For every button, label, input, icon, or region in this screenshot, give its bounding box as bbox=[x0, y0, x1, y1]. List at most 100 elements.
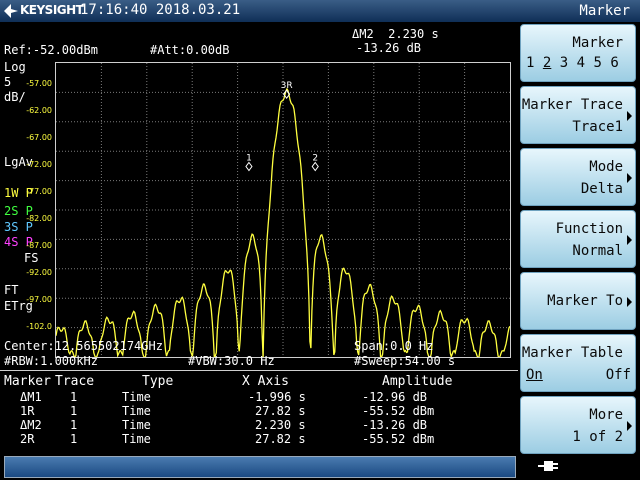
submenu-arrow-icon bbox=[627, 111, 632, 121]
cell-type: Time bbox=[122, 390, 151, 404]
cell-x: 27.82 s bbox=[255, 404, 306, 418]
submenu-arrow-icon bbox=[627, 421, 632, 431]
key-label: Marker Table bbox=[521, 345, 623, 361]
cell-x: 2.230 s bbox=[255, 418, 306, 432]
status-message-field bbox=[4, 456, 516, 478]
span: Span:0.0 Hz bbox=[354, 339, 434, 353]
trace-plot-svg: 3R 1 2 bbox=[56, 63, 510, 357]
col-header-amplitude: Amplitude bbox=[382, 374, 453, 389]
marker-diamond[interactable] bbox=[245, 161, 253, 172]
key-value: Normal bbox=[572, 243, 623, 259]
cell-x: -1.996 s bbox=[248, 390, 306, 404]
marker-trace-key[interactable]: Marker Trace Trace1 bbox=[520, 86, 636, 144]
y-tick-label: -87.00 bbox=[26, 241, 52, 250]
marker-label: 1 bbox=[246, 153, 252, 163]
submenu-arrow-icon bbox=[627, 173, 632, 183]
rbw: #RBW:1.000kHz bbox=[4, 354, 98, 368]
marker-label: 3R bbox=[281, 81, 293, 91]
submenu-arrow-icon bbox=[627, 297, 632, 307]
table-row[interactable]: ΔM1 1 Time -1.996 s -12.96 dB bbox=[0, 390, 518, 404]
cell-trace: 1 bbox=[70, 432, 78, 446]
cell-amplitude: -12.96 dB bbox=[362, 390, 428, 404]
cell-amplitude: -55.52 dBm bbox=[362, 404, 435, 418]
marker-number-3[interactable]: 3 bbox=[560, 55, 568, 71]
date-time: 17:16:40 2018.03.21 bbox=[80, 2, 241, 18]
marker-select-key[interactable]: Marker 1 2 3 4 5 6 bbox=[520, 24, 636, 82]
submenu-arrow-icon bbox=[627, 235, 632, 245]
y-tick-label: -77.00 bbox=[26, 187, 52, 196]
cell-marker: 2R bbox=[20, 432, 35, 446]
cell-amplitude: -55.52 dBm bbox=[362, 432, 435, 446]
key-label: More bbox=[589, 407, 623, 423]
marker-number-list: 1 2 3 4 5 6 bbox=[526, 55, 619, 71]
y-tick-label: -62.00 bbox=[26, 106, 52, 115]
y-tick-label: -97.00 bbox=[26, 295, 52, 304]
cell-x: 27.82 s bbox=[255, 432, 306, 446]
cell-marker: ΔM2 bbox=[20, 418, 42, 432]
menu-title-text: Marker bbox=[579, 3, 630, 19]
col-header-type: Type bbox=[142, 374, 174, 389]
marker-number-5[interactable]: 5 bbox=[594, 55, 602, 71]
key-label: Marker bbox=[572, 35, 623, 51]
key-label: Function bbox=[555, 221, 623, 237]
marker-number-4[interactable]: 4 bbox=[577, 55, 585, 71]
table-off-option[interactable]: Off bbox=[606, 367, 631, 383]
softkey-panel: Marker Marker 1 2 3 4 5 6 Marker Trace T… bbox=[518, 0, 640, 480]
table-row[interactable]: 2R 1 Time 27.82 s -55.52 dBm bbox=[0, 432, 518, 446]
brand-name: KEYSIGHT bbox=[20, 3, 84, 17]
table-row[interactable]: ΔM2 1 Time 2.230 s -13.26 dB bbox=[0, 418, 518, 432]
marker-number-1[interactable]: 1 bbox=[526, 55, 534, 71]
status-bar bbox=[0, 452, 518, 480]
more-key[interactable]: More 1 of 2 bbox=[520, 396, 636, 454]
key-value: 1 of 2 bbox=[572, 429, 623, 445]
y-tick-label: -72.00 bbox=[26, 160, 52, 169]
keysight-logo-icon bbox=[4, 4, 18, 18]
marker-number-6[interactable]: 6 bbox=[610, 55, 618, 71]
cell-marker: ΔM1 bbox=[20, 390, 42, 404]
power-plug-icon bbox=[538, 461, 558, 471]
scale-per-div: 5 bbox=[4, 75, 12, 89]
y-tick-label: -92.00 bbox=[26, 268, 52, 277]
active-marker-readout: ΔM2 2.230 s bbox=[352, 27, 439, 41]
cell-amplitude: -13.26 dB bbox=[362, 418, 428, 432]
center-frequency: Center:12.565502174GHz bbox=[4, 339, 163, 353]
marker-number-2[interactable]: 2 bbox=[543, 55, 551, 71]
function-key[interactable]: Function Normal bbox=[520, 210, 636, 268]
marker-to-key[interactable]: Marker To bbox=[520, 272, 636, 330]
fs-label: FS bbox=[24, 251, 39, 265]
key-value: Delta bbox=[580, 181, 623, 197]
trace-plot[interactable]: 3R 1 2 bbox=[55, 62, 511, 358]
y-tick-label: -67.00 bbox=[26, 133, 52, 142]
key-label: Marker To bbox=[547, 293, 623, 309]
divider bbox=[0, 370, 518, 371]
table-on-option[interactable]: On bbox=[526, 367, 543, 383]
attenuation: #Att:0.00dB bbox=[150, 43, 230, 57]
cell-type: Time bbox=[122, 418, 151, 432]
marker-label: 2 bbox=[312, 153, 318, 163]
col-header-trace: Trace bbox=[55, 374, 95, 389]
cell-type: Time bbox=[122, 432, 151, 446]
cell-trace: 1 bbox=[70, 390, 78, 404]
scale-unit: dB/ bbox=[4, 90, 26, 104]
marker-table-key[interactable]: Marker Table On Off bbox=[520, 334, 636, 392]
y-tick-label: -57.00 bbox=[26, 79, 52, 88]
mode-key[interactable]: Mode Delta bbox=[520, 148, 636, 206]
scale-type: Log bbox=[4, 60, 26, 74]
cell-marker: 1R bbox=[20, 404, 35, 418]
table-row[interactable]: 1R 1 Time 27.82 s -55.52 dBm bbox=[0, 404, 518, 418]
menu-title: Marker bbox=[518, 0, 640, 22]
active-marker-value: -13.26 dB bbox=[356, 41, 422, 55]
cell-trace: 1 bbox=[70, 404, 78, 418]
col-header-x-axis: X Axis bbox=[242, 374, 289, 389]
cell-trace: 1 bbox=[70, 418, 78, 432]
key-label: Mode bbox=[589, 159, 623, 175]
analyzer-screen: Ref:-52.00dBm #Att:0.00dB ΔM2 2.230 s -1… bbox=[0, 22, 518, 452]
vbw: #VBW:30.0 Hz bbox=[188, 354, 275, 368]
key-value: Trace1 bbox=[572, 119, 623, 135]
cell-type: Time bbox=[122, 404, 151, 418]
title-bar: KEYSIGHT 17:16:40 2018.03.21 bbox=[0, 0, 518, 22]
y-tick-label: -102.0 bbox=[26, 322, 52, 331]
ft-label: FT bbox=[4, 283, 19, 297]
y-tick-label: -82.00 bbox=[26, 214, 52, 223]
marker-diamond[interactable] bbox=[311, 161, 319, 172]
